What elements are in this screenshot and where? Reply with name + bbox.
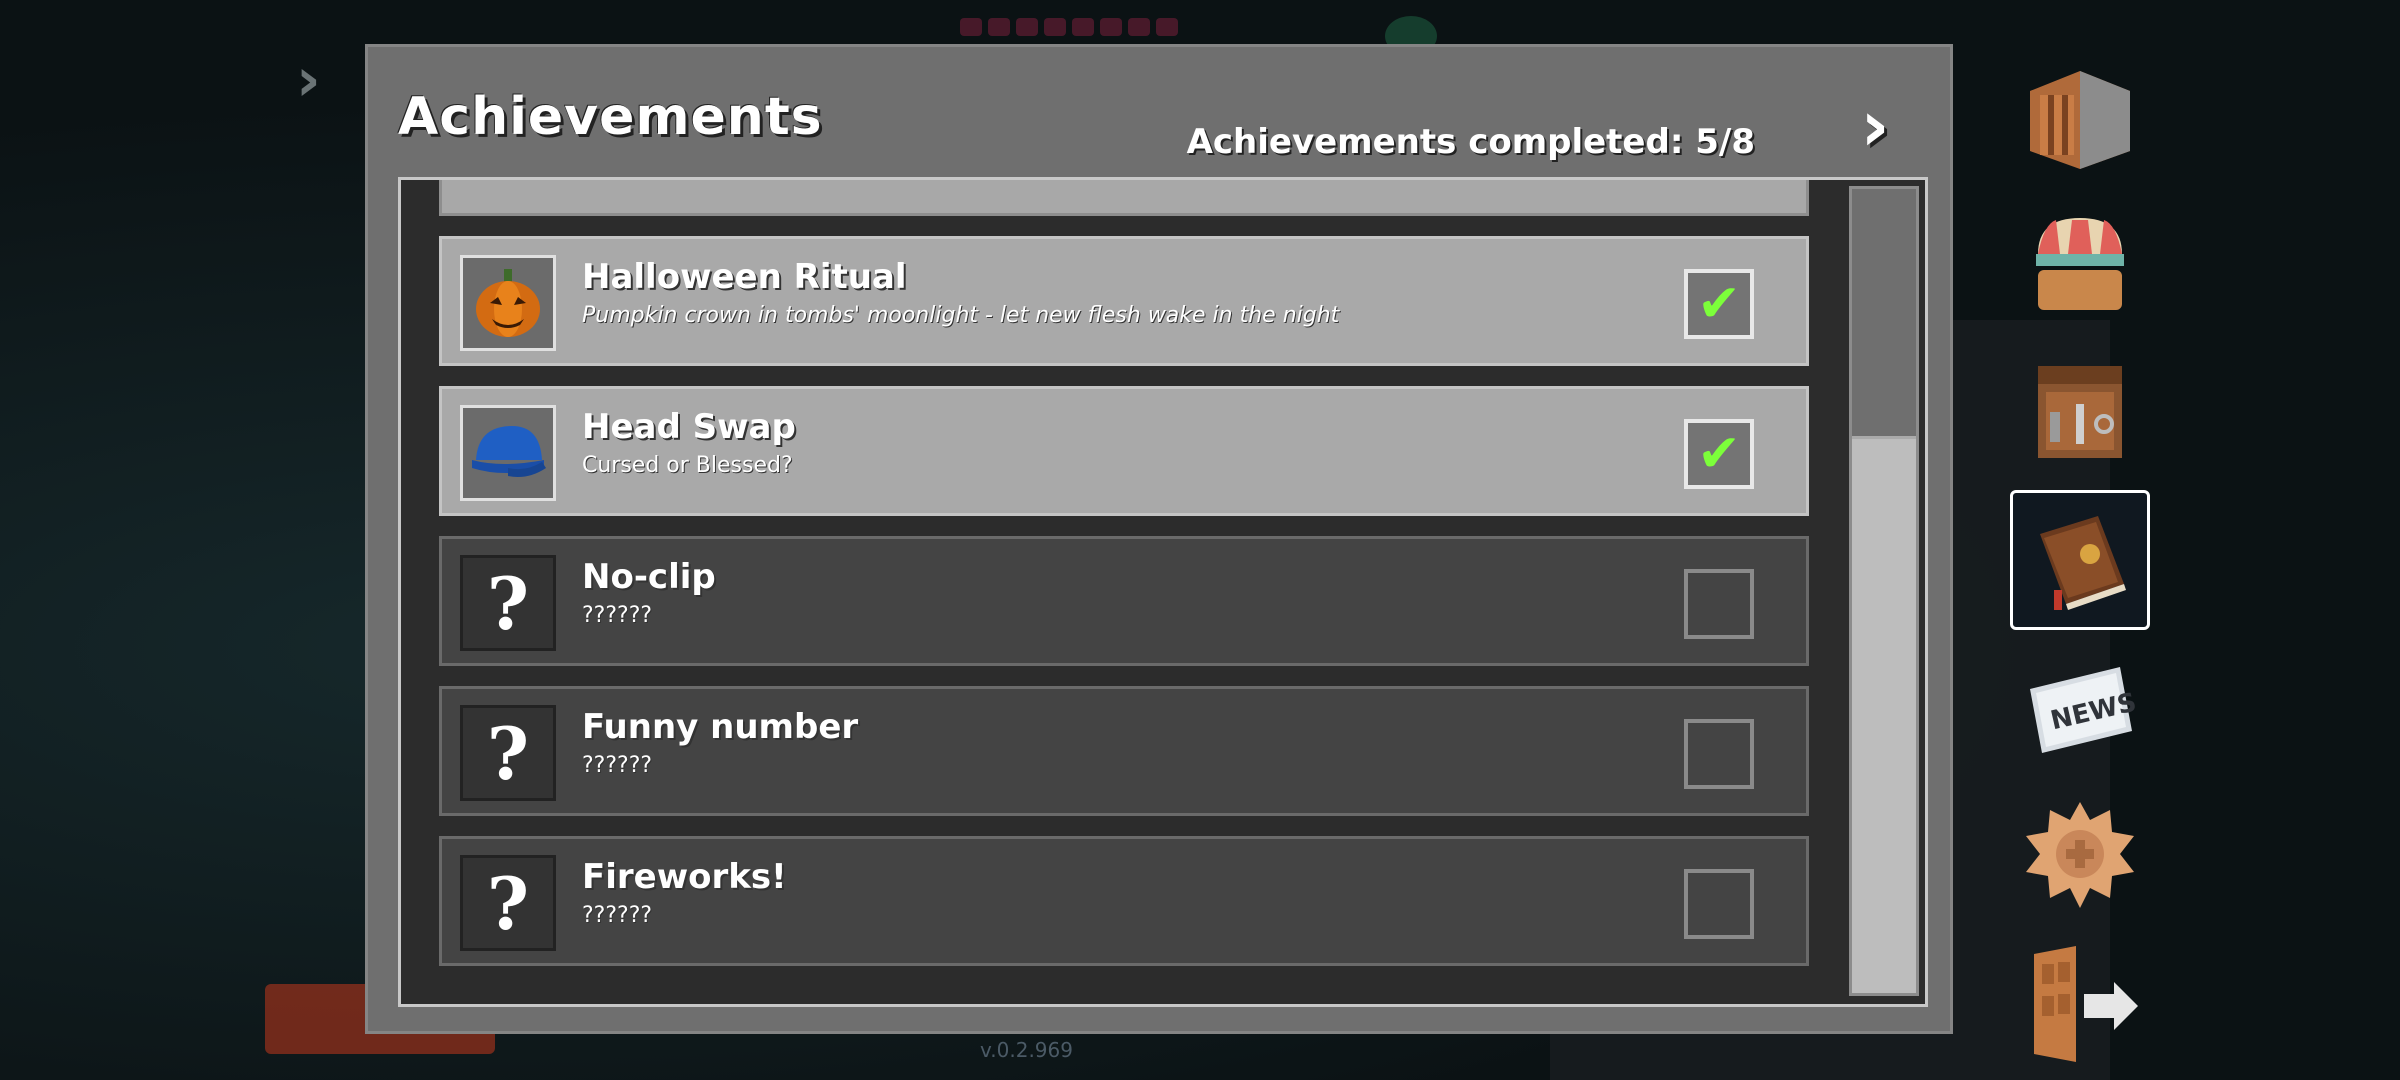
blue-cap-icon [472,426,546,477]
achievement-description: Pumpkin crown in tombs' moonlight - let … [582,303,1340,328]
achievements-book-icon [2040,516,2126,610]
achievement-row-no-clip: ? No-clip ?????? [439,536,1809,666]
achievement-title: Fireworks! [582,857,787,897]
pumpkin-icon [476,269,540,337]
heart-icon [1100,18,1122,36]
achievement-checkbox-checked: ✔ [1684,419,1754,489]
achievements-button[interactable] [2010,490,2150,630]
achievement-title: Halloween Ritual [582,257,907,297]
achievement-description: Cursed or Blessed? [582,453,793,478]
heart-icon [988,18,1010,36]
heart-icon [960,18,982,36]
list-scrollbar[interactable] [1849,186,1919,996]
check-icon: ✔ [1697,424,1741,484]
achievement-checkbox-checked: ✔ [1684,269,1754,339]
next-page-button[interactable]: › [1850,91,1900,161]
shop-stall-icon [2036,218,2124,310]
achievement-icon-frame: ? [460,855,556,951]
achievement-icon-frame [460,255,556,351]
heart-icon [1072,18,1094,36]
exit-door-icon [2034,946,2138,1062]
settings-gear-icon [2026,802,2134,908]
achievement-description: ?????? [582,903,653,928]
heart-icon [1156,18,1178,36]
health-bar [960,18,1380,44]
achievement-checkbox-empty [1684,869,1754,939]
question-mark-icon: ? [486,710,530,796]
heart-icon [1044,18,1066,36]
achievement-title: Head Swap [582,407,796,447]
crate-icon [2030,71,2130,169]
achievement-row-halloween-ritual: Halloween Ritual Pumpkin crown in tombs'… [439,236,1809,366]
news-icon: NEWS [2030,667,2139,753]
question-mark-icon: ? [486,860,530,946]
exit-button[interactable] [2010,934,2150,1074]
achievement-icon-frame [460,405,556,501]
check-icon: ✔ [1697,274,1741,334]
shop-button[interactable] [2010,194,2150,334]
achievement-row-fireworks: ? Fireworks! ?????? [439,836,1809,966]
achievement-description: ?????? [582,753,653,778]
workbench-icon [2038,366,2122,458]
achievement-list[interactable]: Halloween Ritual Pumpkin crown in tombs'… [398,177,1928,1007]
version-label: v.0.2.969 [980,1038,1073,1062]
workbench-button[interactable] [2010,342,2150,482]
achievement-row-funny-number: ? Funny number ?????? [439,686,1809,816]
achievement-icon-frame: ? [460,705,556,801]
heart-icon [1016,18,1038,36]
achievement-title: No-clip [582,557,716,597]
background-arrow-icon: › [296,45,321,115]
achievement-title: Funny number [582,707,859,747]
achievements-panel: Achievements Achievements completed: 5/8… [365,44,1953,1034]
scrollbar-thumb[interactable] [1852,189,1916,439]
achievement-row-head-swap: Head Swap Cursed or Blessed? ✔ [439,386,1809,516]
crate-button[interactable] [2010,46,2150,186]
panel-title: Achievements [398,87,823,147]
achievement-icon-frame: ? [460,555,556,651]
achievement-checkbox-empty [1684,569,1754,639]
achievement-checkbox-empty [1684,719,1754,789]
question-mark-icon: ? [486,560,530,646]
achievement-row-partial [439,180,1809,216]
news-button[interactable]: NEWS [2010,638,2150,778]
achievement-description: ?????? [582,603,653,628]
achievements-completed-count: Achievements completed: 5/8 [1186,122,1755,162]
heart-icon [1128,18,1150,36]
settings-button[interactable] [2010,786,2150,926]
